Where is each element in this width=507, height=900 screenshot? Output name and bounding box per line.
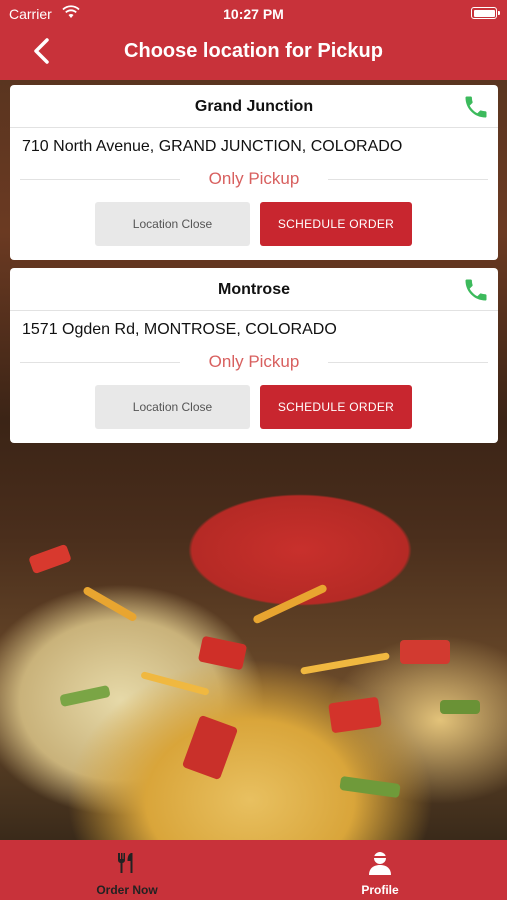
tab-order-now-label: Order Now bbox=[96, 883, 158, 897]
location-address: 710 North Avenue, GRAND JUNCTION, COLORA… bbox=[22, 138, 403, 155]
call-button[interactable] bbox=[462, 93, 490, 121]
nav-bar: Choose location for Pickup bbox=[0, 28, 507, 80]
location-card-grand-junction: Grand Junction 710 North Avenue, GRAND J… bbox=[10, 85, 498, 260]
bottom-tab-bar: Order Now Profile bbox=[0, 840, 507, 900]
pickup-row: Only Pickup bbox=[10, 164, 498, 194]
location-name: Montrose bbox=[10, 268, 498, 311]
utensils-icon bbox=[117, 853, 133, 873]
divider bbox=[328, 362, 488, 363]
tab-order-now[interactable]: Order Now bbox=[27, 840, 227, 900]
location-close-button[interactable]: Location Close bbox=[95, 202, 250, 246]
top-bar: Carrier 10:27 PM Choose location for Pic… bbox=[0, 0, 507, 80]
tab-profile-label: Profile bbox=[361, 883, 399, 897]
card-actions: Location Close SCHEDULE ORDER bbox=[10, 194, 498, 258]
call-button[interactable] bbox=[462, 276, 490, 304]
location-name: Grand Junction bbox=[10, 85, 498, 128]
tab-profile[interactable]: Profile bbox=[280, 840, 480, 900]
phone-icon bbox=[465, 279, 487, 301]
status-time: 10:27 PM bbox=[223, 6, 284, 22]
phone-icon bbox=[465, 96, 487, 118]
user-icon bbox=[369, 852, 391, 875]
location-address: 1571 Ogden Rd, MONTROSE, COLORADO bbox=[22, 321, 337, 338]
status-bar: Carrier 10:27 PM bbox=[0, 0, 507, 28]
location-close-button[interactable]: Location Close bbox=[95, 385, 250, 429]
divider bbox=[328, 179, 488, 180]
schedule-order-button[interactable]: SCHEDULE ORDER bbox=[260, 385, 412, 429]
pickup-row: Only Pickup bbox=[10, 347, 498, 377]
battery-icon bbox=[471, 7, 500, 19]
card-actions: Location Close SCHEDULE ORDER bbox=[10, 377, 498, 441]
page-title: Choose location for Pickup bbox=[124, 40, 383, 62]
location-card-montrose: Montrose 1571 Ogden Rd, MONTROSE, COLORA… bbox=[10, 268, 498, 443]
schedule-order-button[interactable]: SCHEDULE ORDER bbox=[260, 202, 412, 246]
